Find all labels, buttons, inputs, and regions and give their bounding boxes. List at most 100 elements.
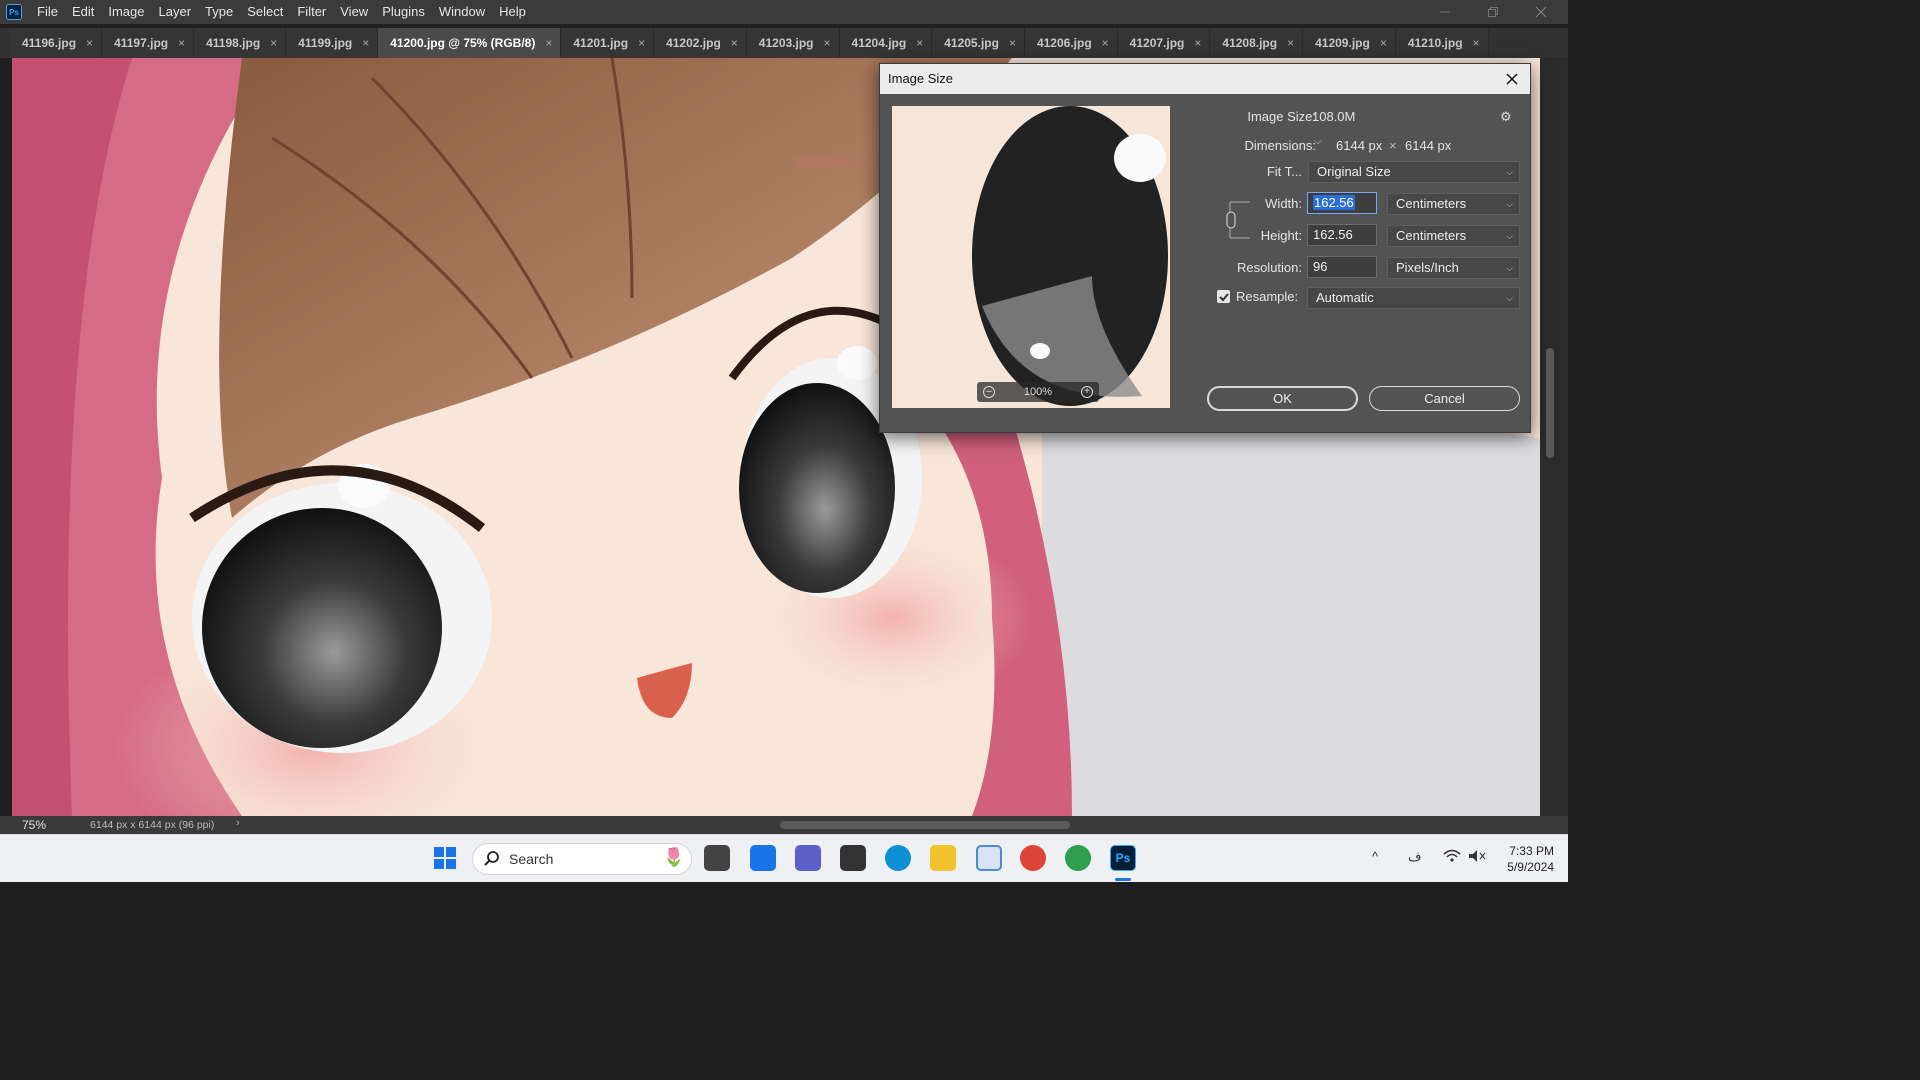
task-view-icon[interactable] (704, 845, 730, 871)
minimize-icon[interactable] (1422, 0, 1468, 24)
clock-time: 7:33 PM (1509, 844, 1554, 858)
search-label: Search (509, 851, 554, 867)
taskbar-search[interactable]: Search 🌷 (472, 843, 692, 875)
height-unit-select[interactable]: Centimeters ⌵ (1387, 225, 1520, 247)
tab-label: 41201.jpg (573, 36, 629, 50)
image-size-dialog: Image Size – 100% + Image Size: 108.0M ⚙… (879, 63, 1531, 433)
close-icon[interactable] (1502, 69, 1522, 89)
width-input[interactable]: 162.56 (1307, 192, 1377, 214)
dimensions-dropdown-chevron-icon[interactable]: ⌵ (1314, 136, 1328, 152)
tab-label: 41199.jpg (298, 36, 353, 50)
document-tab[interactable]: 41205.jpg × (932, 28, 1025, 58)
resolution-input[interactable]: 96 (1307, 256, 1377, 278)
vpn-globe-icon[interactable] (1065, 845, 1091, 871)
document-tab[interactable]: 41203.jpg × (746, 28, 840, 58)
document-tab[interactable]: 41204.jpg × (839, 28, 933, 58)
wifi-icon[interactable] (1443, 849, 1461, 866)
fit-to-select[interactable]: Original Size ⌵ (1308, 161, 1520, 183)
width-label: Width: (1265, 196, 1302, 211)
windows-start-icon[interactable] (432, 845, 458, 871)
menu-filter[interactable]: Filter (290, 0, 333, 24)
menu-select[interactable]: Select (240, 0, 290, 24)
zoom-in-icon[interactable]: + (1080, 386, 1093, 398)
dialog-title-text: Image Size (888, 71, 954, 86)
document-tab[interactable]: 41196.jpg × (10, 28, 103, 58)
teams-chat-icon[interactable] (795, 845, 821, 871)
resample-checkbox[interactable] (1217, 290, 1230, 303)
close-tab-icon[interactable]: × (1194, 36, 1201, 50)
document-tab[interactable]: 41198.jpg × (194, 28, 287, 58)
tab-label: 41206.jpg (1036, 36, 1092, 50)
document-tab[interactable]: 41209.jpg × (1303, 28, 1396, 58)
document-tab[interactable]: 41207.jpg × (1117, 28, 1211, 58)
image-size-value: 108.0M (1312, 109, 1356, 124)
zoom-out-icon[interactable]: – (983, 386, 995, 398)
close-tab-icon[interactable]: × (824, 36, 831, 50)
vertical-scrollbar[interactable] (1540, 58, 1568, 816)
volume-muted-icon[interactable] (1468, 849, 1486, 866)
edge-browser-icon[interactable] (885, 845, 911, 871)
fit-to-value: Original Size (1317, 164, 1391, 179)
zoom-level-field[interactable]: 75% (0, 818, 60, 832)
document-tab[interactable]: 41199.jpg × (286, 28, 379, 58)
close-tab-icon[interactable]: × (178, 36, 185, 50)
menu-edit[interactable]: Edit (65, 0, 101, 24)
close-tab-icon[interactable]: × (545, 36, 552, 50)
menu-image[interactable]: Image (101, 0, 151, 24)
document-tab[interactable]: 41210.jpg × (1395, 28, 1489, 58)
menu-layer[interactable]: Layer (152, 0, 199, 24)
microsoft-store-icon[interactable] (840, 845, 866, 871)
close-tab-icon[interactable]: × (638, 36, 645, 50)
document-info[interactable]: 6144 px x 6144 px (96 ppi) (60, 819, 240, 831)
photoshop-taskbar-icon[interactable]: Ps (1110, 845, 1136, 871)
language-indicator[interactable]: ف (1408, 849, 1421, 865)
snipping-tool-icon[interactable] (976, 845, 1002, 871)
dimension-times: × (1389, 138, 1397, 153)
close-tab-icon[interactable]: × (1380, 36, 1387, 50)
restore-icon[interactable] (1470, 0, 1516, 24)
widgets-icon[interactable] (750, 845, 776, 871)
settings-gear-icon[interactable]: ⚙ (1500, 109, 1520, 125)
resolution-unit-select[interactable]: Pixels/Inch ⌵ (1387, 257, 1520, 279)
width-unit-select[interactable]: Centimeters ⌵ (1387, 193, 1520, 215)
preview-zoom-value: 100% (1023, 386, 1053, 398)
image-preview[interactable]: – 100% + (892, 106, 1170, 408)
chevron-up-icon[interactable]: ^ (1372, 849, 1378, 864)
clock-date: 5/9/2024 (1507, 860, 1554, 874)
close-tab-icon[interactable]: × (1473, 36, 1480, 50)
menu-help[interactable]: Help (492, 0, 533, 24)
chrome-browser-icon[interactable] (1020, 845, 1046, 871)
system-clock[interactable]: 7:33 PM 5/9/2024 (1507, 843, 1554, 875)
menu-type[interactable]: Type (198, 0, 240, 24)
menu-file[interactable]: File (30, 0, 65, 24)
file-explorer-icon[interactable] (930, 845, 956, 871)
horizontal-scrollbar-thumb[interactable] (780, 821, 1070, 829)
status-menu-arrow-icon[interactable]: › (236, 817, 240, 829)
document-tab-active[interactable]: 41200.jpg @ 75% (RGB/8) × (378, 28, 562, 58)
menu-plugins[interactable]: Plugins (375, 0, 432, 24)
document-tab[interactable]: 41197.jpg × (102, 28, 195, 58)
dimensions-label: Dimensions: (1244, 138, 1316, 153)
resample-select[interactable]: Automatic ⌵ (1307, 287, 1520, 309)
height-input[interactable]: 162.56 (1307, 224, 1377, 246)
close-tab-icon[interactable]: × (731, 36, 738, 50)
menu-view[interactable]: View (333, 0, 375, 24)
close-tab-icon[interactable]: × (916, 36, 923, 50)
close-tab-icon[interactable]: × (1287, 36, 1294, 50)
close-tab-icon[interactable]: × (1102, 36, 1109, 50)
close-tab-icon[interactable]: × (1009, 36, 1016, 50)
flowers-widget-icon: 🌷 (662, 847, 685, 867)
ok-button[interactable]: OK (1207, 386, 1358, 411)
close-tab-icon[interactable]: × (270, 36, 277, 50)
scrollbar-thumb[interactable] (1546, 348, 1554, 458)
document-tab[interactable]: 41208.jpg × (1210, 28, 1304, 58)
close-window-icon[interactable] (1518, 0, 1564, 24)
close-tab-icon[interactable]: × (362, 36, 369, 50)
cancel-button[interactable]: Cancel (1369, 386, 1520, 411)
tab-label: 41196.jpg (22, 36, 77, 50)
document-tab[interactable]: 41201.jpg × (561, 28, 655, 58)
menu-window[interactable]: Window (432, 0, 492, 24)
document-tab[interactable]: 41202.jpg × (654, 28, 747, 58)
close-tab-icon[interactable]: × (86, 36, 93, 50)
document-tab[interactable]: 41206.jpg × (1024, 28, 1118, 58)
